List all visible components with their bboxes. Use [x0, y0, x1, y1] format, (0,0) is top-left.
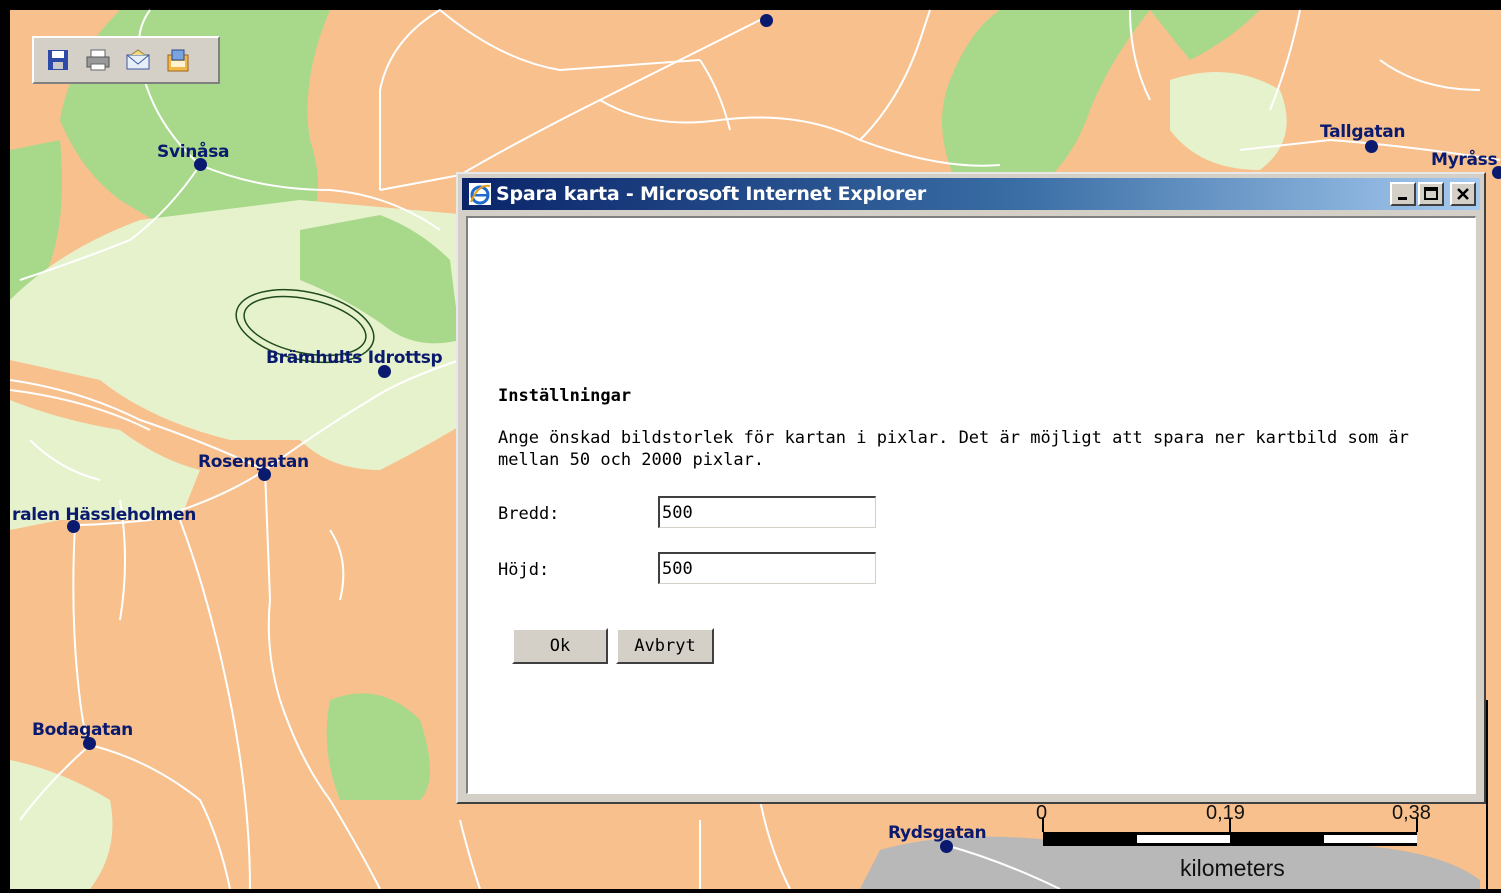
settings-heading: Inställningar [498, 386, 632, 406]
description-text: Ange önskad bildstorlek för kartan i pix… [498, 428, 1409, 448]
scale-unit-label: kilometers [1180, 855, 1285, 881]
stop-label-bramhults: Brämhults Idrottsp [266, 348, 443, 368]
ie-icon [469, 183, 491, 205]
export-button[interactable] [164, 46, 192, 74]
email-button[interactable] [124, 46, 152, 74]
description-text: mellan 50 och 2000 pixlar. [498, 450, 765, 470]
maximize-icon [1424, 187, 1438, 200]
close-icon [1457, 188, 1469, 200]
dialog-title: Spara karta - Microsoft Internet Explore… [496, 183, 927, 205]
map-toolbar [32, 36, 220, 84]
save-button[interactable] [44, 46, 72, 74]
width-input[interactable] [658, 496, 876, 528]
minimize-button[interactable] [1390, 182, 1416, 206]
export-icon [167, 49, 189, 72]
stop-label-svinasa: Svinåsa [157, 142, 230, 162]
stop-label-rydsgatan: Rydsgatan [888, 823, 987, 843]
email-icon [126, 49, 150, 70]
minimize-icon [1398, 197, 1407, 200]
cancel-button[interactable]: Avbryt [616, 628, 714, 664]
stop-marker[interactable] [760, 14, 773, 27]
maximize-button[interactable] [1418, 182, 1444, 206]
stop-label-rosengatan: Rosengatan [198, 452, 309, 472]
height-input[interactable] [658, 552, 876, 584]
width-label: Bredd: [498, 504, 560, 524]
scale-tick-label: 0,38 [1392, 802, 1431, 824]
close-button[interactable] [1450, 182, 1476, 206]
height-label: Höjd: [498, 560, 550, 580]
dialog-content: Inställningar Ange önskad bildstorlek fö… [466, 216, 1476, 794]
print-button[interactable] [84, 46, 112, 74]
print-icon [86, 49, 110, 71]
scale-tick-label: 0 [1036, 802, 1048, 824]
save-icon [48, 50, 68, 70]
dialog-titlebar[interactable]: Spara karta - Microsoft Internet Explore… [462, 178, 1480, 210]
stop-label-myrass: Myråss [1431, 150, 1498, 170]
stop-label-hassleholmen: ralen Hässleholmen [12, 505, 197, 525]
scale-tick-label: 0,19 [1206, 802, 1245, 824]
stop-label-bodagatan: Bodagatan [32, 720, 133, 740]
save-map-dialog: Spara karta - Microsoft Internet Explore… [456, 172, 1486, 804]
stop-label-tallgatan: Tallgatan [1320, 122, 1406, 142]
ok-button[interactable]: Ok [512, 628, 608, 664]
